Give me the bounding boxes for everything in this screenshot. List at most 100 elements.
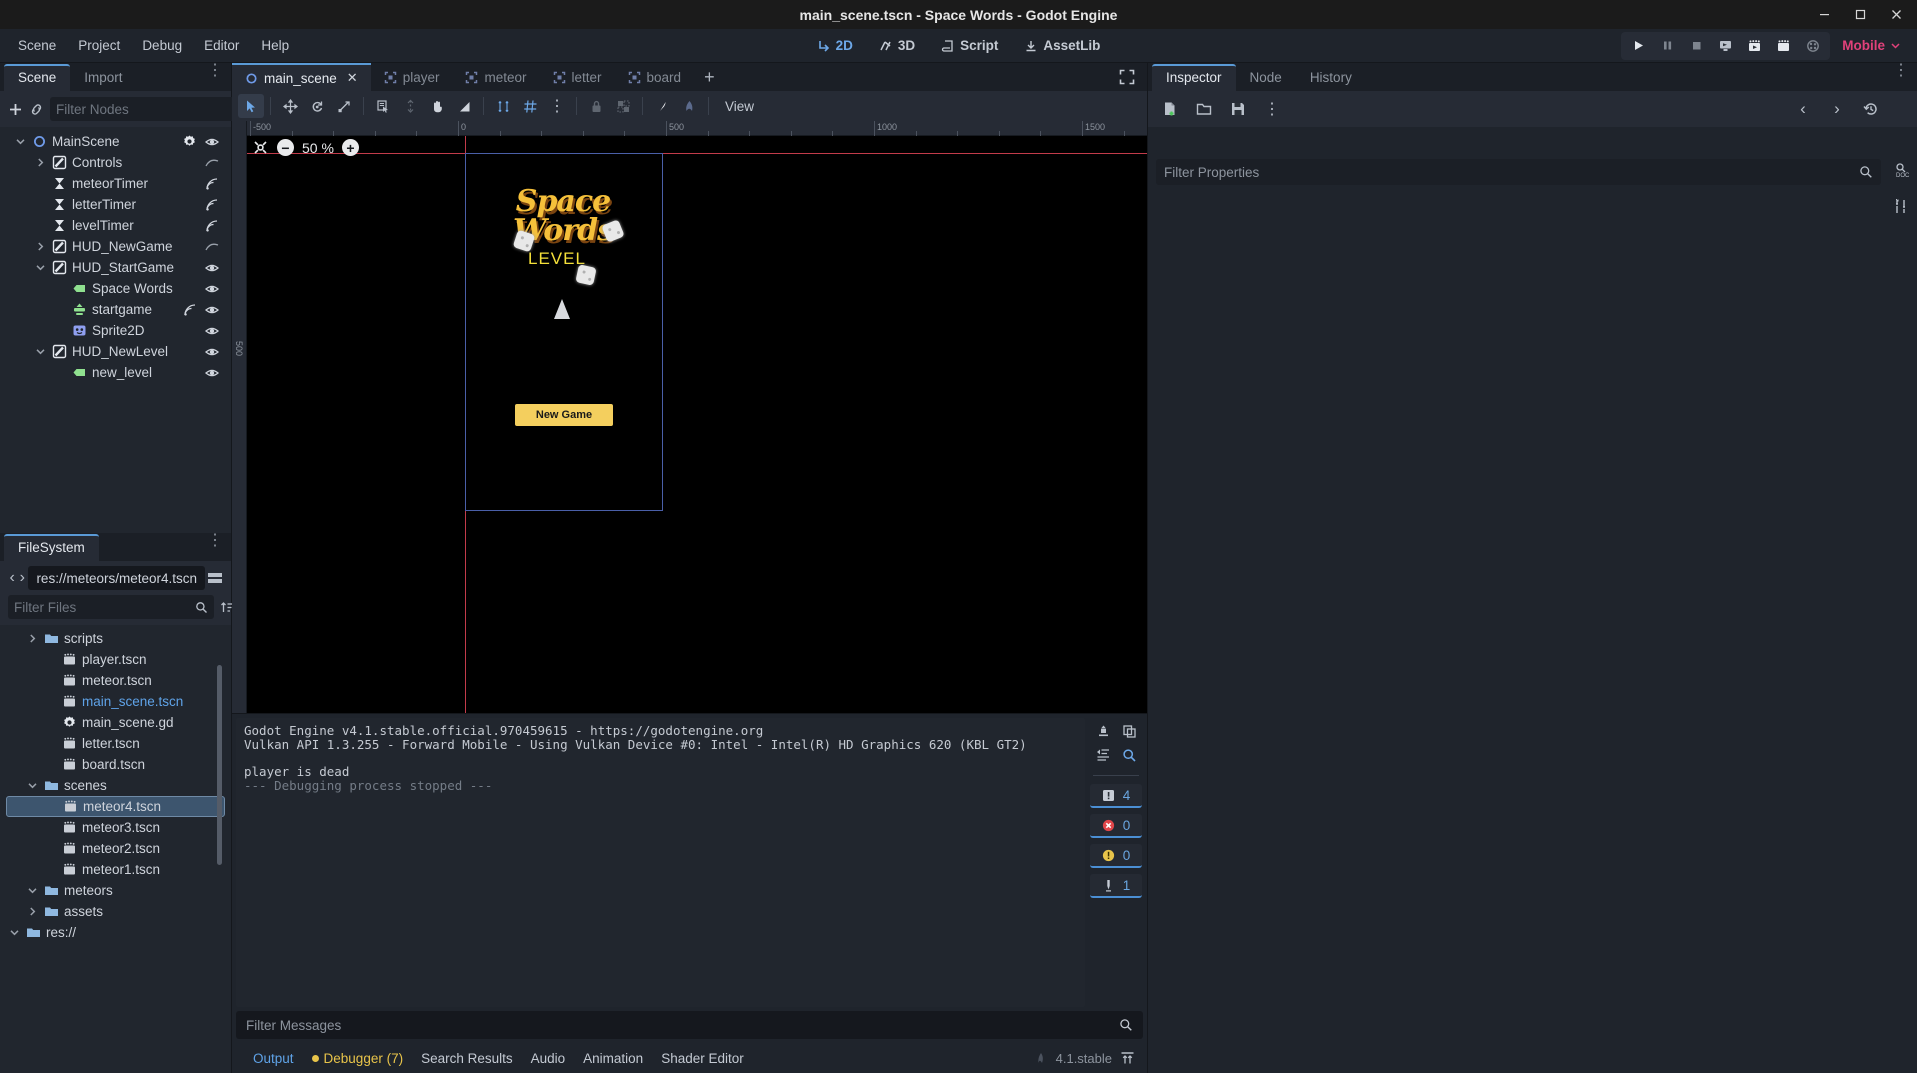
fs-forward-button[interactable]: › [18,567,26,589]
animation-indicator-icon[interactable] [205,240,219,254]
tab-inspector[interactable]: Inspector [1152,64,1236,91]
close-scene-tab-icon[interactable]: ✕ [347,70,358,86]
output-log[interactable]: Godot Engine v4.1.stable.official.970459… [236,718,1085,1007]
visibility-toggle-icon[interactable] [205,366,219,380]
collapse-icon[interactable] [1091,744,1115,766]
scene-filter-box[interactable] [50,97,256,121]
snap-mode-icon[interactable] [490,94,516,118]
fs-filter-box[interactable] [8,595,214,619]
filesystem-item-player-tscn[interactable]: player.tscn [6,649,225,670]
debugger-editor-counter[interactable]: 1 [1090,874,1142,898]
animation-indicator-icon[interactable] [205,156,219,170]
menu-debug[interactable]: Debug [132,34,192,57]
bottom-tab-audio[interactable]: Audio [522,1048,575,1069]
fs-current-path[interactable]: res://meteors/meteor4.tscn [28,566,205,590]
move-mode-icon[interactable] [277,94,303,118]
inspector-dock-menu-icon[interactable] [1893,69,1909,73]
mode-2d[interactable]: 2D [807,34,863,57]
filter-files-input[interactable] [14,599,191,615]
scene-dock-menu-icon[interactable] [207,69,223,73]
bottom-tab-debugger-7-[interactable]: Debugger (7) [303,1048,413,1069]
new-resource-icon[interactable] [1158,98,1182,120]
inspector-resource-box[interactable] [1156,127,1881,153]
tree-twisty-icon[interactable] [16,137,30,146]
scene-tab-player[interactable]: player [371,63,453,91]
movie-writer-icon[interactable] [1799,34,1826,58]
bottom-tab-output[interactable]: Output [244,1048,303,1069]
scene-tree-item-lettertimer[interactable]: letterTimer [12,194,225,215]
maximize-button[interactable] [1843,2,1877,28]
filesystem-item-main-scene-gd[interactable]: main_scene.gd [6,712,225,733]
mode-3d[interactable]: 3D [869,34,925,57]
renderer-selector[interactable]: Mobile [1834,38,1909,53]
filesystem-item-meteor1-tscn[interactable]: meteor1.tscn [6,859,225,880]
filesystem-item-meteor3-tscn[interactable]: meteor3.tscn [6,817,225,838]
filesystem-item-scenes[interactable]: scenes [6,775,225,796]
anchor-mode-icon[interactable] [451,94,477,118]
close-button[interactable] [1879,2,1913,28]
visibility-toggle-icon[interactable] [205,345,219,359]
ruler-mode-icon[interactable] [397,94,423,118]
scene-tree-item-hud-newgame[interactable]: HUD_NewGame [12,236,225,257]
tree-twisty-icon[interactable] [36,263,50,272]
tree-twisty-icon[interactable] [36,158,50,167]
visibility-toggle-icon[interactable] [205,261,219,275]
filesystem-item-main-scene-tscn[interactable]: main_scene.tscn [6,691,225,712]
mode-assetlib[interactable]: AssetLib [1014,34,1110,57]
filesystem-item-meteor2-tscn[interactable]: meteor2.tscn [6,838,225,859]
filter-messages-input[interactable] [246,1017,1119,1033]
fs-split-mode-button[interactable] [207,567,223,589]
scene-tab-main_scene[interactable]: main_scene ✕ [232,63,371,91]
mode-script[interactable]: Script [931,34,1008,57]
fs-back-button[interactable]: ‹ [8,567,16,589]
scale-mode-icon[interactable] [331,94,357,118]
signal-indicator-icon[interactable] [205,177,219,191]
filesystem-item-res-[interactable]: res:// [6,922,225,943]
save-resource-icon[interactable] [1226,98,1250,120]
tree-twisty-icon[interactable] [10,928,24,937]
filesystem-item-scripts[interactable]: scripts [6,628,225,649]
visibility-toggle-icon[interactable] [205,282,219,296]
scene-tree-item-meteortimer[interactable]: meteorTimer [12,173,225,194]
tab-node[interactable]: Node [1236,66,1296,91]
grid-snap-icon[interactable] [517,94,543,118]
bottom-tab-search-results[interactable]: Search Results [412,1048,522,1069]
instance-scene-button[interactable] [29,98,44,120]
play-icon[interactable] [1625,34,1652,58]
scene-tree[interactable]: MainScene Controls meteorTimer letterTimer l… [6,127,225,527]
expand-bottom-panel-icon[interactable] [1120,1051,1135,1066]
search-icon[interactable] [1117,744,1141,766]
clear-output-icon[interactable] [1091,720,1115,742]
zoom-in-button[interactable]: + [341,139,359,156]
scene-tree-item-new-level[interactable]: new_level [12,362,225,383]
scene-tree-item-controls[interactable]: Controls [12,152,225,173]
list-select-icon[interactable] [370,94,396,118]
scene-tree-item-leveltimer[interactable]: levelTimer [12,215,225,236]
debugger-error-counter[interactable]: 0 [1090,814,1142,838]
tree-twisty-icon[interactable] [28,781,42,790]
snap-options-icon[interactable] [544,94,570,118]
inspector-filter-box[interactable] [1156,159,1881,185]
lock-icon[interactable] [583,94,609,118]
visibility-toggle-icon[interactable] [205,135,219,149]
signal-indicator-icon[interactable] [205,219,219,233]
visibility-toggle-icon[interactable] [205,303,219,317]
distraction-free-mode-icon[interactable] [1107,63,1147,91]
zoom-reset-icon[interactable] [252,139,269,156]
filter-nodes-input[interactable] [56,101,233,117]
new-game-button[interactable]: New Game [515,404,613,426]
stop-icon[interactable] [1683,34,1710,58]
resource-menu-icon[interactable] [1260,98,1284,120]
scene-tree-item-hud-newlevel[interactable]: HUD_NewLevel [12,341,225,362]
signal-indicator-icon[interactable] [205,198,219,212]
group-icon[interactable] [610,94,636,118]
view-menu-button[interactable]: View [715,96,764,117]
scene-tree-item-space-words[interactable]: Space Words [12,278,225,299]
pan-mode-icon[interactable] [424,94,450,118]
add-scene-tab-button[interactable]: + [694,63,725,91]
menu-scene[interactable]: Scene [8,34,66,57]
filter-properties-input[interactable] [1164,164,1859,180]
menu-project[interactable]: Project [68,34,130,57]
tree-twisty-icon[interactable] [28,907,42,916]
filesystem-item-letter-tscn[interactable]: letter.tscn [6,733,225,754]
